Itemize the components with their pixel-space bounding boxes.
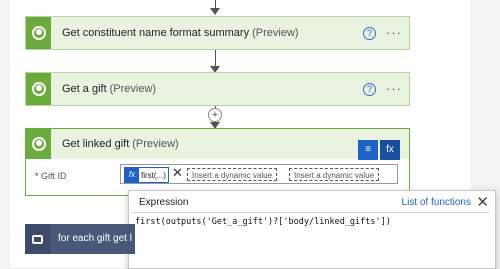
card-title-text: Get constituent name format summary — [62, 27, 250, 39]
insert-dynamic-value[interactable]: Insert a dynamic value — [187, 168, 278, 181]
constituent-icon — [26, 17, 51, 49]
preview-tag: (Preview) — [109, 83, 157, 95]
constituent-icon — [26, 73, 51, 105]
card-title: Get constituent name format summary (Pre… — [62, 17, 299, 49]
flow-canvas: Get constituent name format summary (Pre… — [0, 0, 500, 269]
close-icon[interactable]: ✕ — [476, 193, 489, 211]
token-text: first(...) — [141, 170, 166, 180]
expression-editor: Expression List of functions ✕ first(out… — [128, 190, 496, 269]
preview-tag: (Preview) — [252, 27, 299, 39]
connector-arrow — [210, 8, 220, 15]
help-icon[interactable]: ? — [363, 83, 376, 96]
preview-tag: (Preview) — [132, 138, 179, 150]
expression-tab[interactable]: Expression — [139, 197, 188, 208]
card-title: Get a gift (Preview) — [62, 73, 156, 105]
expression-value: first(outputs('Get_a_gift')?['body/linke… — [135, 217, 391, 227]
dynamic-content-toggle: ≡ fx — [358, 140, 402, 160]
card-title-text: Get a gift — [62, 83, 107, 95]
list-of-functions-link[interactable]: List of functions — [402, 197, 471, 208]
card-title-text: Get linked gift — [62, 138, 130, 150]
required-marker: * — [35, 171, 39, 181]
action-card-get-linked-gift[interactable]: Get linked gift (Preview) * Gift ID — [25, 128, 410, 196]
function-icon: fx — [125, 168, 139, 182]
foreach-title: for each gift get l — [58, 233, 132, 244]
card-title: Get linked gift (Preview) — [62, 129, 179, 159]
expression-input[interactable]: first(outputs('Get_a_gift')?['body/linke… — [133, 212, 489, 264]
more-options-icon[interactable]: ··· — [386, 81, 402, 96]
gift-id-input[interactable]: fx first(...) ✕ Insert a dynamic value I… — [120, 164, 398, 184]
add-step-icon[interactable]: + — [208, 108, 222, 122]
gift-id-label-text: Gift ID — [41, 171, 67, 181]
gift-id-label: * Gift ID — [35, 171, 67, 181]
insert-dynamic-value[interactable]: Insert a dynamic value — [289, 168, 380, 181]
loop-icon — [25, 224, 50, 254]
dynamic-content-button[interactable]: ≡ — [358, 140, 378, 160]
help-icon[interactable]: ? — [363, 27, 376, 40]
card-header[interactable]: Get linked gift (Preview) — [26, 129, 409, 159]
expression-token[interactable]: fx first(...) — [124, 167, 169, 183]
expression-button[interactable]: fx — [380, 140, 400, 160]
more-options-icon[interactable]: ··· — [386, 25, 402, 40]
action-card-get-a-gift[interactable]: Get a gift (Preview) ? ··· — [25, 72, 410, 106]
foreach-card[interactable]: for each gift get l — [25, 224, 135, 254]
action-card-constituent-format[interactable]: Get constituent name format summary (Pre… — [25, 16, 410, 50]
remove-token-icon[interactable]: ✕ — [172, 166, 183, 180]
constituent-icon — [26, 129, 51, 159]
